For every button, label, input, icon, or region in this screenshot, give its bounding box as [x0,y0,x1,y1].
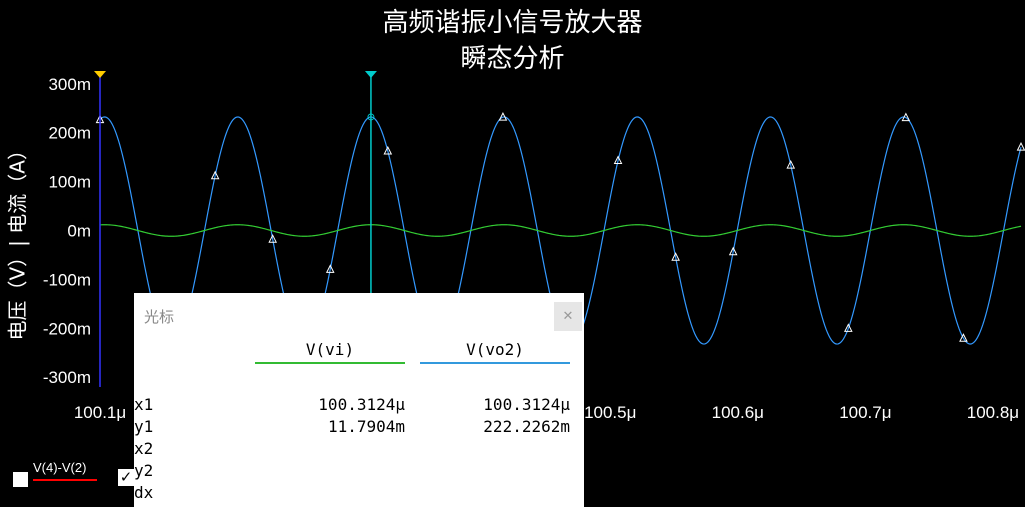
x-tick-label: 100.5μ [584,403,636,422]
value-y1-vi: 11.7904m [327,417,405,436]
y-tick-label: 200m [48,124,91,143]
x-tick-label: 100.6μ [712,403,764,422]
cursor-flag-1 [94,71,106,78]
column-underline-vi [255,362,405,364]
column-header-vi: V(vi) [305,340,355,359]
y-tick-label: 0m [67,222,91,241]
row-label-x1: x1 [134,395,154,414]
legend-label-1: V(4)-V(2) [33,460,87,475]
row-label-y1: y1 [134,417,154,436]
value-y1-vo2: 222.2262m [483,417,570,436]
value-x1-vi: 100.3124μ [318,395,405,414]
x-tick-label: 100.8μ [967,403,1019,422]
x-tick-label: 100.7μ [839,403,891,422]
close-icon[interactable]: ✕ [554,302,582,331]
row-label-y2: y2 [134,461,154,480]
y-tick-label: -300m [43,368,91,387]
legend-checkbox-2[interactable]: ✓ [118,469,134,486]
row-label-x2: x2 [134,439,154,458]
series-line-vvi [99,224,1022,237]
cursor-panel-title: 光标 [144,308,175,326]
x-tick-label: 100.1μ [74,403,126,422]
column-header-vo2: V(vo2) [466,340,524,359]
y-tick-label: 300m [48,75,91,94]
cursor-panel[interactable]: 光标 ✕ V(vi) V(vo2) x1 100.3124μ 100.3124μ… [134,293,584,507]
row-label-dx: dx [134,483,154,502]
y-tick-label: 100m [48,173,91,192]
y-tick-label: -100m [43,270,91,289]
y-tick-label: -200m [43,319,91,338]
cursor-flag-2 [364,71,377,78]
value-x1-vo2: 100.3124μ [483,395,570,414]
column-underline-vo2 [420,362,570,364]
legend-checkbox-1[interactable] [13,472,28,487]
legend-line-1 [33,479,97,481]
